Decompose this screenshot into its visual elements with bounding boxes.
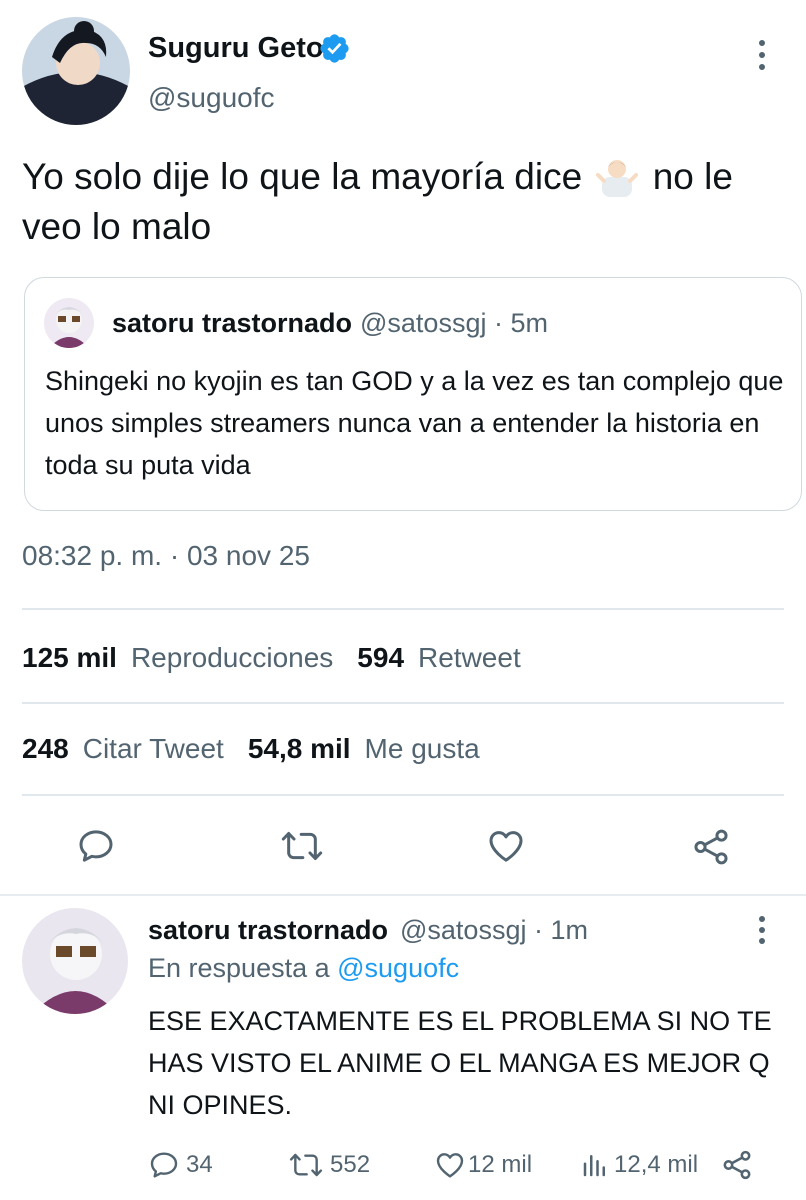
tweet-text-part: Yo solo dije lo que la mayoría dice <box>22 156 583 197</box>
quoted-display-name: satoru trastornado <box>112 308 353 338</box>
reply-text: ESE EXACTAMENTE ES EL PROBLEMA SI NO TE … <box>148 1006 772 1120</box>
views-count: 125 mil <box>22 642 117 673</box>
reply-avatar[interactable] <box>22 908 128 1014</box>
verified-badge-icon <box>320 34 349 63</box>
views-label[interactable]: Reproducciones <box>131 642 333 673</box>
reply-handle-time[interactable]: @satossgj · 1m <box>400 915 588 946</box>
display-name[interactable]: Suguru Geto. <box>148 32 332 65</box>
user-handle[interactable]: @suguofc <box>148 82 275 114</box>
likes-label[interactable]: Me gusta <box>365 733 480 764</box>
reply-prefix: En respuesta a <box>148 953 338 983</box>
likes-count: 54,8 mil <box>247 733 351 764</box>
share-icon[interactable] <box>690 826 732 868</box>
avatar[interactable] <box>22 17 130 125</box>
quotes-count: 248 <box>22 733 69 764</box>
retweets-label[interactable]: Retweet <box>418 642 521 673</box>
more-options-icon[interactable] <box>756 40 768 70</box>
reply-like-button[interactable]: 12 mil <box>434 1148 532 1182</box>
divider <box>22 608 784 610</box>
reply-icon[interactable] <box>76 826 116 866</box>
section-divider <box>0 894 806 896</box>
like-icon[interactable] <box>486 826 526 866</box>
retweets-count: 594 <box>357 642 405 673</box>
person-shrugging-icon <box>596 160 639 197</box>
quoted-tweet-text: Shingeki no kyojin es tan GOD y a la vez… <box>45 366 784 480</box>
reply-more-options-icon[interactable] <box>756 916 768 944</box>
reply-retweet-button[interactable]: 552 <box>288 1148 370 1182</box>
stats-row-likes: 248 Citar Tweet 54,8 mil Me gusta <box>22 733 504 765</box>
reply-display-name[interactable]: satoru trastornado <box>148 915 388 946</box>
replies-count: 34 <box>186 1151 213 1178</box>
retweet-icon[interactable] <box>280 826 324 866</box>
stats-row-views: 125 mil Reproducciones 594 Retweet <box>22 642 545 674</box>
reply-replies-button[interactable]: 34 <box>148 1148 213 1182</box>
quotes-label[interactable]: Citar Tweet <box>83 733 224 764</box>
like-icon <box>436 1153 464 1178</box>
divider <box>22 702 784 704</box>
likes-count: 12 mil <box>468 1151 533 1178</box>
views-chart-icon <box>583 1155 605 1177</box>
views-count: 12,4 mil <box>614 1151 699 1178</box>
reply-context: En respuesta a @suguofc <box>148 953 459 984</box>
retweets-count: 552 <box>330 1151 371 1178</box>
tweet-text: Yo solo dije lo que la mayoría dice no l… <box>22 152 802 252</box>
reply-to-link[interactable]: @suguofc <box>337 953 459 983</box>
quoted-avatar <box>44 298 94 348</box>
reply-icon <box>150 1152 178 1178</box>
reply-views-button[interactable]: 12,4 mil <box>580 1148 698 1182</box>
divider <box>22 794 784 796</box>
retweet-icon <box>289 1153 323 1177</box>
quoted-handle-time: @satossgj · 5m <box>360 308 548 338</box>
share-icon[interactable] <box>720 1148 754 1182</box>
tweet-timestamp[interactable]: 08:32 p. m. · 03 nov 25 <box>22 540 310 572</box>
